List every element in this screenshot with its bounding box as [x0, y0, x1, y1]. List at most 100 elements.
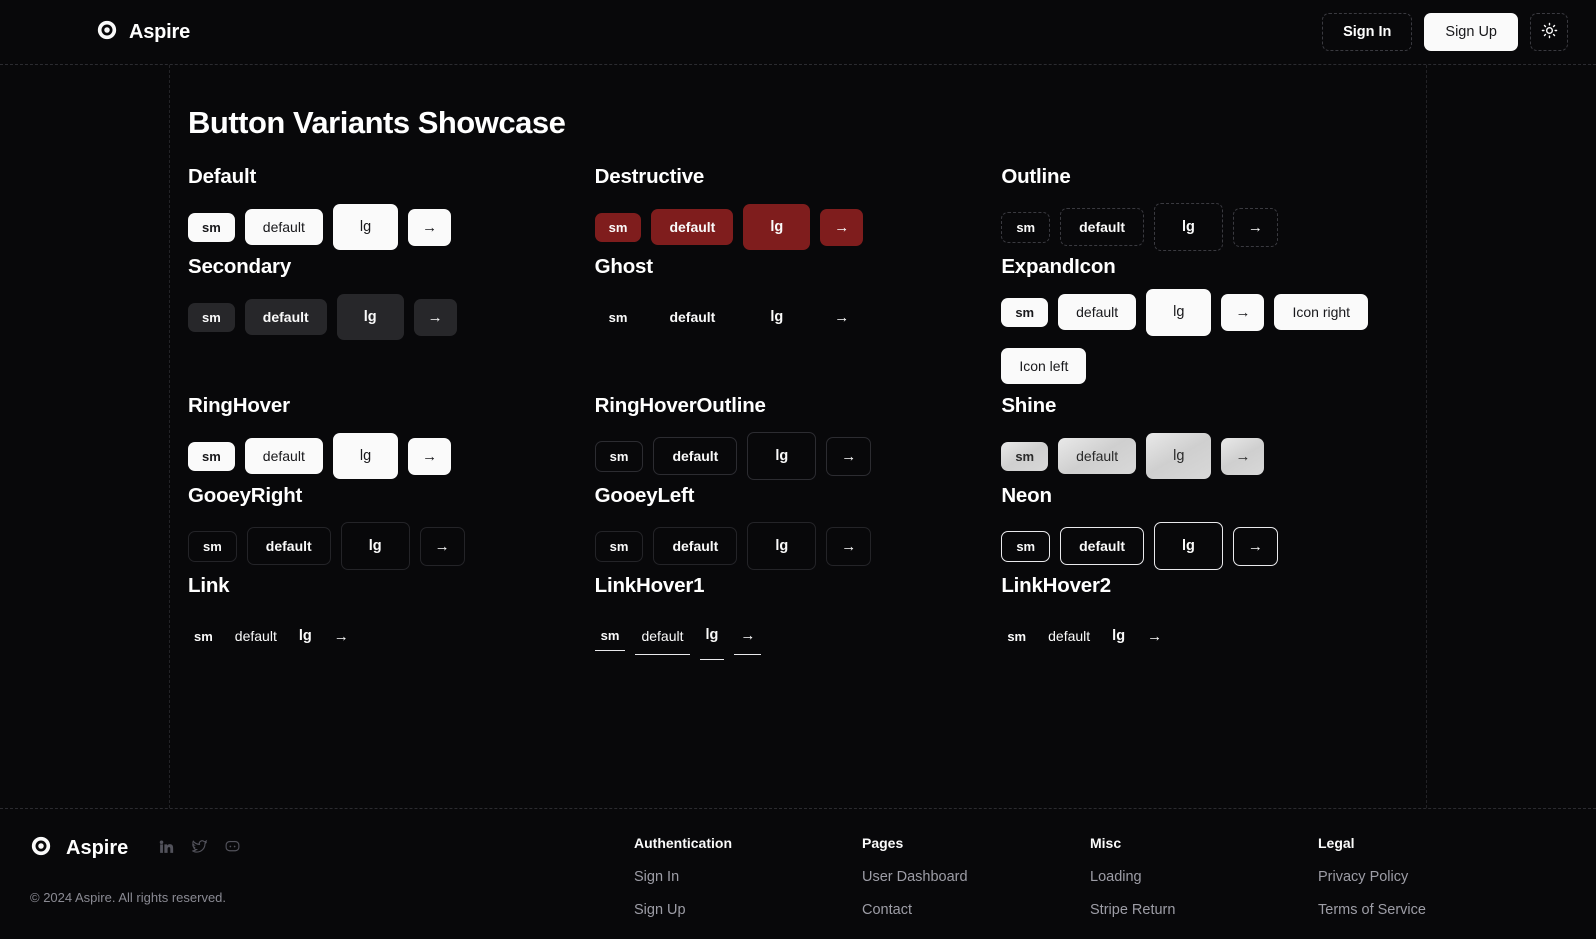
button-shine--[interactable]: → — [1221, 437, 1265, 475]
button-gooeyleft--[interactable]: → — [826, 526, 872, 566]
sign-up-button[interactable]: Sign Up — [1424, 13, 1518, 51]
button-linkhover1--[interactable]: → — [734, 617, 762, 655]
button-outline-lg[interactable]: lg — [1154, 202, 1223, 252]
button-ringhoveroutline--[interactable]: → — [826, 436, 872, 476]
button-outline-sm[interactable]: sm — [1001, 211, 1051, 243]
button-ringhoveroutline-default[interactable]: default — [653, 437, 738, 475]
button-row: sm default lg → — [1001, 428, 1394, 484]
section-title: RingHoverOutline — [594, 394, 766, 417]
section-title: Ghost — [594, 255, 653, 278]
button-linkhover1-sm[interactable]: sm — [594, 621, 626, 651]
button-row: sm default lg → — [1001, 518, 1394, 574]
footer-link-terms-of-service[interactable]: Terms of Service — [1318, 902, 1546, 918]
button-ringhover-lg[interactable]: lg — [332, 432, 399, 480]
button-ringhover-sm[interactable]: sm — [188, 441, 235, 471]
button-expandicon-icon-left[interactable]: Icon left — [1001, 347, 1087, 384]
button-ghost--[interactable]: → — [820, 299, 863, 336]
brand-name: Aspire — [129, 20, 191, 43]
brand-logo[interactable]: Aspire — [96, 19, 190, 46]
section-title: Link — [188, 574, 230, 597]
section-title: Neon — [1001, 484, 1052, 507]
button-expandicon-lg[interactable]: lg — [1146, 289, 1212, 336]
button-expandicon--[interactable]: → — [1221, 293, 1265, 331]
button-ghost-default[interactable]: default — [651, 299, 733, 335]
button-default-default[interactable]: default — [244, 209, 323, 245]
button-gooeyleft-sm[interactable]: sm — [594, 530, 644, 562]
page-title: Button Variants Showcase — [188, 105, 566, 140]
button-link-default[interactable]: default — [229, 618, 283, 654]
button-destructive--[interactable]: → — [820, 208, 864, 246]
button-gooeyright-default[interactable]: default — [246, 527, 331, 565]
button-shine-sm[interactable]: sm — [1001, 441, 1049, 471]
button-shine-lg[interactable]: lg — [1146, 432, 1212, 480]
button-neon-sm[interactable]: sm — [1001, 530, 1051, 562]
button-ghost-sm[interactable]: sm — [595, 303, 642, 332]
button-ghost-lg[interactable]: lg — [743, 294, 810, 341]
button-secondary-default[interactable]: default — [244, 299, 327, 335]
button-linkhover1-lg[interactable]: lg — [699, 612, 725, 660]
button-default--[interactable]: → — [408, 208, 452, 246]
button-neon--[interactable]: → — [1232, 526, 1278, 566]
variant-section-secondary: Secondary sm default lg → — [188, 255, 595, 394]
variant-section-linkhover2: LinkHover2 sm default lg → — [1001, 574, 1408, 664]
button-neon-lg[interactable]: lg — [1154, 521, 1223, 571]
button-secondary--[interactable]: → — [413, 298, 457, 336]
button-linkhover2-lg[interactable]: lg — [1106, 613, 1131, 660]
sign-in-button[interactable]: Sign In — [1322, 13, 1413, 51]
button-link-sm[interactable]: sm — [188, 622, 219, 651]
variant-section-expandicon: ExpandIcon sm default lg → Icon right Icon lef… — [1001, 255, 1408, 394]
button-gooeyright--[interactable]: → — [419, 526, 465, 566]
twitter-icon[interactable] — [191, 838, 208, 860]
section-title: Outline — [1001, 165, 1071, 188]
button-ringhoveroutline-sm[interactable]: sm — [594, 440, 644, 472]
button-destructive-sm[interactable]: sm — [594, 212, 642, 242]
footer-link-sign-up[interactable]: Sign Up — [634, 902, 862, 918]
variant-section-ringhoveroutline: RingHoverOutline sm default lg → — [594, 394, 1002, 484]
linkedin-icon[interactable] — [158, 838, 175, 860]
footer-link-stripe-return[interactable]: Stripe Return — [1090, 902, 1318, 918]
footer-link-user-dashboard[interactable]: User Dashboard — [862, 869, 1090, 885]
button-linkhover1-default[interactable]: default — [635, 618, 690, 655]
section-title: RingHover — [188, 394, 290, 417]
variant-section-gooeyright: GooeyRight sm default lg → — [188, 484, 595, 574]
button-linkhover2-default[interactable]: default — [1042, 618, 1096, 654]
button-destructive-default[interactable]: default — [651, 209, 734, 245]
button-destructive-lg[interactable]: lg — [743, 203, 811, 251]
button-expandicon-sm[interactable]: sm — [1001, 297, 1049, 327]
discord-icon[interactable] — [224, 838, 241, 860]
button-shine-default[interactable]: default — [1058, 438, 1137, 474]
button-outline--[interactable]: → — [1232, 207, 1278, 247]
button-ringhover-default[interactable]: default — [244, 438, 323, 474]
variant-section-ghost: Ghost sm default lg → — [595, 255, 1002, 394]
button-link-lg[interactable]: lg — [293, 613, 318, 660]
variant-section-ringhover: RingHover sm default lg → — [188, 394, 595, 484]
footer-link-contact[interactable]: Contact — [862, 902, 1090, 918]
button-secondary-lg[interactable]: lg — [336, 293, 404, 341]
button-ringhoveroutline-lg[interactable]: lg — [747, 431, 817, 481]
button-expandicon-default[interactable]: default — [1058, 294, 1137, 331]
footer-link-loading[interactable]: Loading — [1090, 869, 1318, 885]
button-linkhover2-sm[interactable]: sm — [1001, 622, 1032, 651]
button-ringhover--[interactable]: → — [408, 437, 452, 475]
footer-link-privacy-policy[interactable]: Privacy Policy — [1318, 869, 1546, 885]
button-linkhover2--[interactable]: → — [1141, 618, 1168, 655]
footer-brand-name: Aspire — [66, 837, 129, 859]
button-gooeyleft-lg[interactable]: lg — [747, 521, 817, 571]
button-neon-default[interactable]: default — [1060, 527, 1145, 565]
button-default-lg[interactable]: lg — [332, 203, 399, 251]
footer-link-sign-in[interactable]: Sign In — [634, 869, 862, 885]
button-row: sm default lg → — [188, 518, 581, 574]
button-gooeyleft-default[interactable]: default — [653, 527, 738, 565]
theme-toggle-button[interactable] — [1530, 13, 1568, 51]
button-gooeyright-sm[interactable]: sm — [188, 530, 237, 562]
button-expandicon-icon-right[interactable]: Icon right — [1274, 294, 1369, 331]
button-link--[interactable]: → — [328, 618, 355, 655]
button-gooeyright-lg[interactable]: lg — [340, 521, 410, 571]
button-outline-default[interactable]: default — [1060, 208, 1145, 246]
section-title: LinkHover1 — [594, 574, 705, 597]
button-secondary-sm[interactable]: sm — [188, 302, 235, 332]
button-row: sm default lg → — [594, 518, 988, 574]
footer-column-title: Misc — [1090, 835, 1122, 851]
variant-section-neon: Neon sm default lg → — [1001, 484, 1408, 574]
button-default-sm[interactable]: sm — [188, 212, 235, 242]
